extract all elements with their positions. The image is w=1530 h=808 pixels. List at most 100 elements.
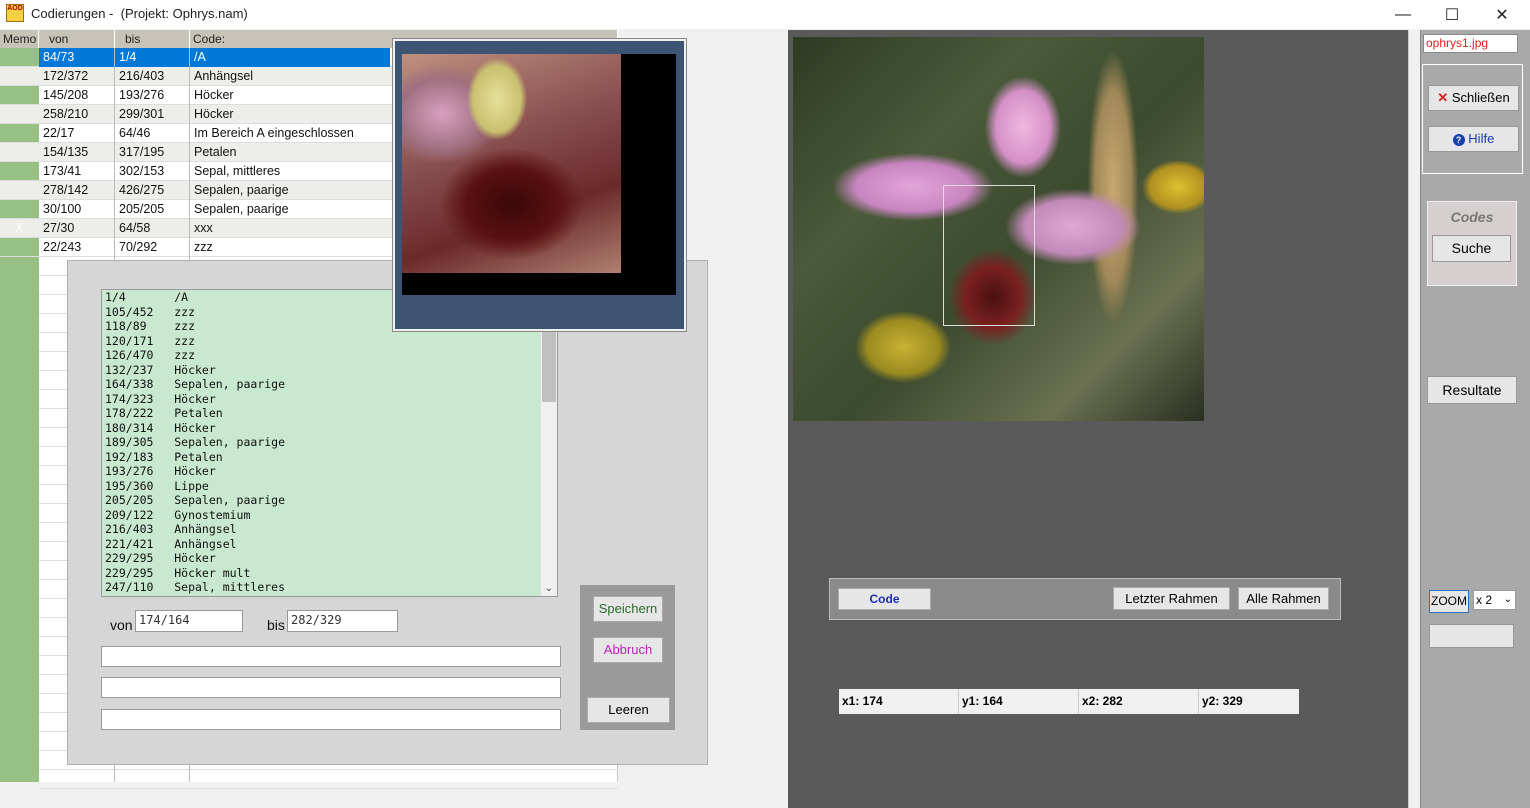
help-icon: ?	[1452, 134, 1465, 146]
close-window-button[interactable]: ✕	[1479, 0, 1525, 29]
list-item[interactable]: 205/205 Sepalen, paarige	[102, 493, 557, 508]
list-item[interactable]: 120/171 zzz	[102, 334, 557, 349]
blank-button[interactable]	[1429, 624, 1514, 648]
von-input[interactable]: 174/164	[135, 610, 243, 632]
memo-cell[interactable]	[0, 48, 39, 67]
list-item[interactable]: 132/237 Höcker	[102, 363, 557, 378]
von-cell[interactable]: 172/372	[39, 67, 115, 86]
all-frames-button[interactable]: Alle Rahmen	[1238, 587, 1329, 610]
text-field-2[interactable]	[101, 677, 561, 698]
bis-cell[interactable]: 64/58	[115, 219, 190, 238]
code-cell[interactable]: Höcker	[190, 86, 390, 105]
memo-cell[interactable]	[0, 162, 39, 181]
code-cell[interactable]: Sepalen, paarige	[190, 181, 390, 200]
listbox-scrollbar[interactable]: ⌄	[540, 290, 557, 596]
code-cell[interactable]: Höcker	[190, 105, 390, 124]
list-item[interactable]: 216/403 Anhängsel	[102, 522, 557, 537]
memo-cell[interactable]	[0, 67, 39, 86]
list-item[interactable]: 126/470 zzz	[102, 348, 557, 363]
cancel-button[interactable]: Abbruch	[593, 637, 663, 663]
header-von[interactable]: von	[39, 30, 115, 48]
code-listbox[interactable]: 1/4 /A 105/452 zzz 118/89 zzz 120/171 zzz 12…	[101, 289, 558, 597]
splitter[interactable]	[1408, 30, 1420, 808]
von-cell[interactable]: 173/41	[39, 162, 115, 181]
code-cell[interactable]: Sepal, mittleres	[190, 162, 390, 181]
code-cell[interactable]: Sepalen, paarige	[190, 200, 390, 219]
von-cell[interactable]: 154/135	[39, 143, 115, 162]
von-cell[interactable]: 30/100	[39, 200, 115, 219]
minimize-button[interactable]: —	[1380, 0, 1426, 29]
bis-cell[interactable]: 205/205	[115, 200, 190, 219]
memo-cell[interactable]	[0, 200, 39, 219]
text-field-3[interactable]	[101, 709, 561, 730]
window-title: Codierungen - (Projekt: Ophrys.nam)	[31, 6, 248, 21]
list-item[interactable]: 229/295 Höcker mult	[102, 566, 557, 581]
list-item[interactable]: 178/222 Petalen	[102, 406, 557, 421]
empty-row	[39, 770, 618, 789]
selection-rectangle[interactable]	[943, 185, 1035, 326]
bis-cell[interactable]: 1/4	[115, 48, 190, 67]
code-cell[interactable]: Anhängsel	[190, 67, 390, 86]
code-cell[interactable]: Im Bereich A eingeschlossen	[190, 124, 390, 143]
bis-cell[interactable]: 64/46	[115, 124, 190, 143]
bis-input[interactable]: 282/329	[287, 610, 398, 632]
scroll-down-icon[interactable]: ⌄	[541, 583, 557, 594]
results-button[interactable]: Resultate	[1427, 376, 1517, 404]
von-cell[interactable]: 22/243	[39, 238, 115, 257]
close-button[interactable]: ✕ Schließen	[1428, 85, 1519, 111]
maximize-button[interactable]: ☐	[1429, 0, 1475, 29]
help-button[interactable]: ? Hilfe	[1428, 126, 1519, 152]
code-cell[interactable]: /A	[190, 48, 390, 67]
zoom-factor-select[interactable]: x 2 ⌄	[1473, 590, 1516, 610]
header-memo[interactable]: Memo	[0, 30, 39, 48]
list-item[interactable]: 192/183 Petalen	[102, 450, 557, 465]
list-item[interactable]: 221/421 Anhängsel	[102, 537, 557, 552]
bis-cell[interactable]: 299/301	[115, 105, 190, 124]
von-cell[interactable]: 84/73	[39, 48, 115, 67]
scrollbar-thumb[interactable]	[542, 330, 556, 402]
memo-cell[interactable]	[0, 143, 39, 162]
code-cell[interactable]: xxx	[190, 219, 390, 238]
text-field-1[interactable]	[101, 646, 561, 667]
von-cell[interactable]: 22/17	[39, 124, 115, 143]
bis-cell[interactable]: 193/276	[115, 86, 190, 105]
coordinate-readout: x1: 174 y1: 164 x2: 282 y2: 329	[839, 689, 1299, 714]
von-cell[interactable]: 258/210	[39, 105, 115, 124]
bis-label: bis	[267, 617, 285, 633]
clear-button[interactable]: Leeren	[587, 697, 670, 723]
list-item[interactable]: 247/110 Sepal, mittleres	[102, 580, 557, 595]
list-item[interactable]: 174/323 Höcker	[102, 392, 557, 407]
last-frame-button[interactable]: Letzter Rahmen	[1113, 587, 1230, 610]
y1-readout: y1: 164	[959, 689, 1079, 714]
bis-cell[interactable]: 216/403	[115, 67, 190, 86]
code-cell[interactable]: zzz	[190, 238, 390, 257]
bis-cell[interactable]: 317/195	[115, 143, 190, 162]
list-item[interactable]: 180/314 Höcker	[102, 421, 557, 436]
save-button[interactable]: Speichern	[593, 596, 663, 622]
memo-cell[interactable]	[0, 238, 39, 257]
list-item[interactable]: 189/305 Sepalen, paarige	[102, 435, 557, 450]
list-item[interactable]: 209/122 Gynostemium	[102, 508, 557, 523]
list-item[interactable]: 193/276 Höcker	[102, 464, 557, 479]
list-item[interactable]: 195/360 Lippe	[102, 479, 557, 494]
memo-cell[interactable]	[0, 86, 39, 105]
search-button[interactable]: Suche	[1432, 235, 1511, 262]
zoom-button[interactable]: ZOOM	[1429, 590, 1469, 613]
memo-cell[interactable]	[0, 124, 39, 143]
memo-cell[interactable]	[0, 181, 39, 200]
von-cell[interactable]: 145/208	[39, 86, 115, 105]
bis-cell[interactable]: 70/292	[115, 238, 190, 257]
von-cell[interactable]: 27/30	[39, 219, 115, 238]
memo-cell[interactable]	[0, 105, 39, 124]
orchid-photo[interactable]	[793, 37, 1204, 421]
bis-cell[interactable]: 426/275	[115, 181, 190, 200]
von-cell[interactable]: 278/142	[39, 181, 115, 200]
code-cell[interactable]: Petalen	[190, 143, 390, 162]
code-button[interactable]: Code	[838, 588, 931, 610]
header-bis[interactable]: bis	[115, 30, 190, 48]
bis-cell[interactable]: 302/153	[115, 162, 190, 181]
memo-cell[interactable]: X	[0, 219, 39, 238]
filename-field[interactable]: ophrys1.jpg	[1423, 34, 1518, 53]
list-item[interactable]: 164/338 Sepalen, paarige	[102, 377, 557, 392]
list-item[interactable]: 229/295 Höcker	[102, 551, 557, 566]
